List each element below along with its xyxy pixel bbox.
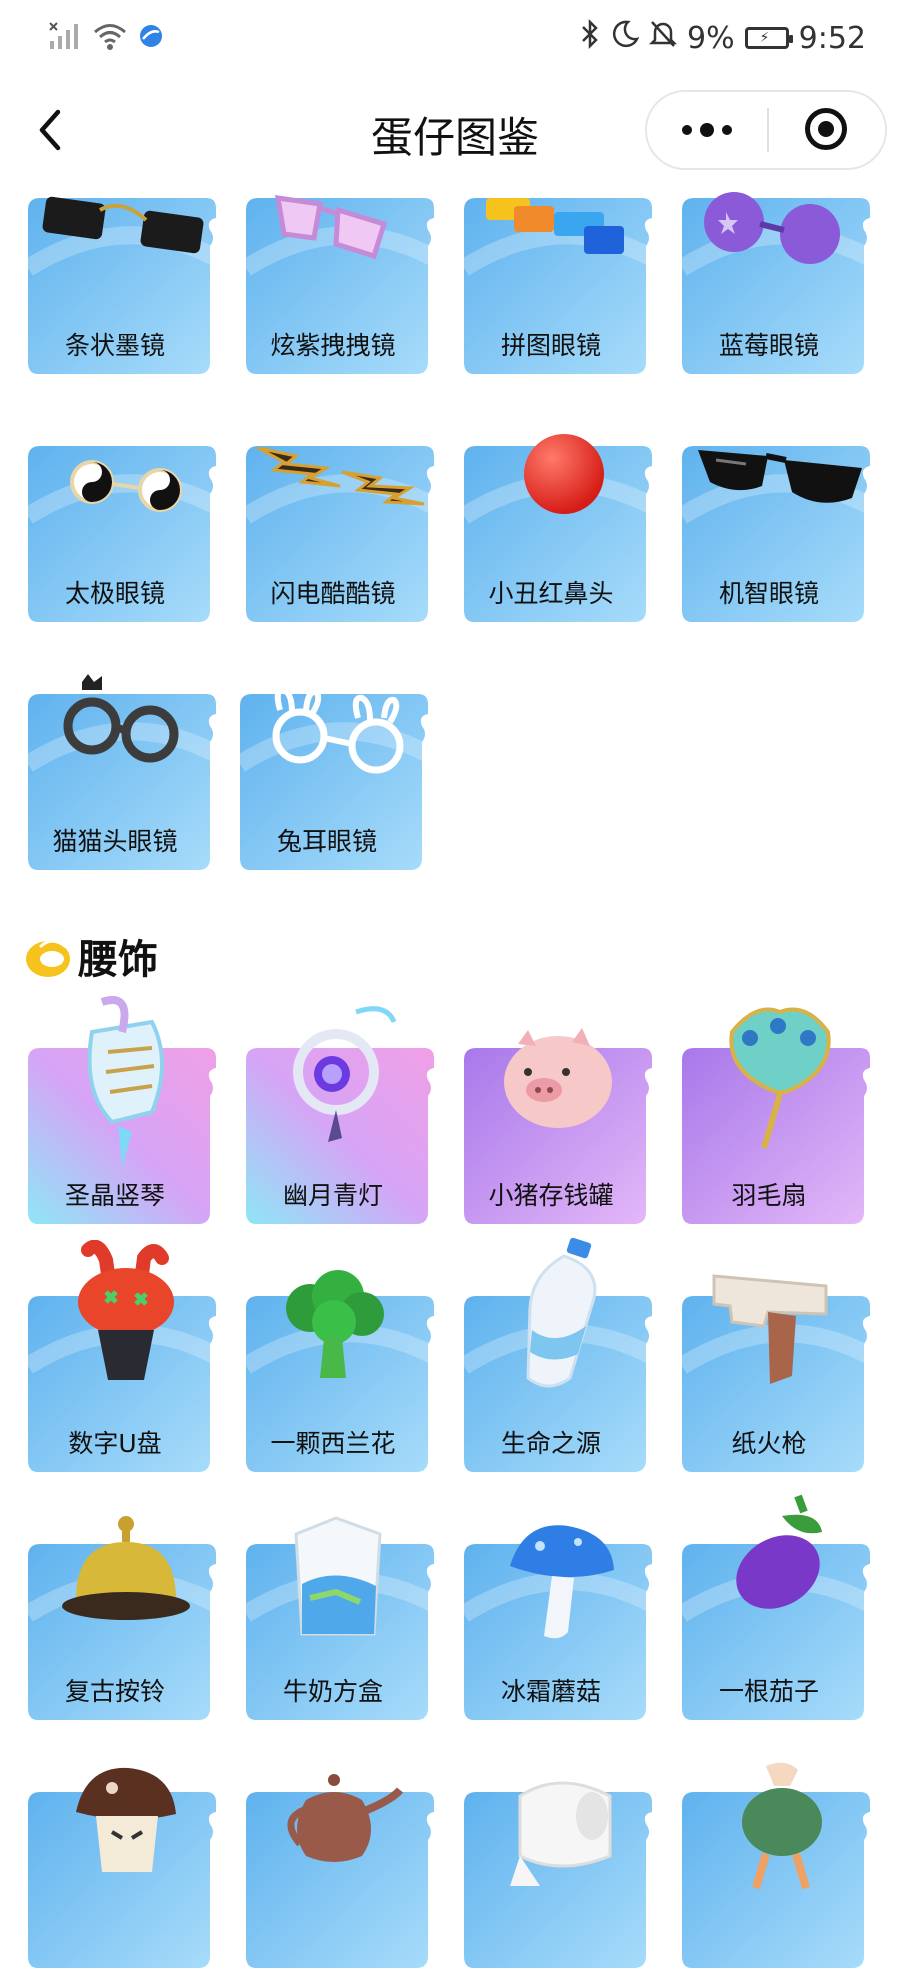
item-card[interactable]: 条状墨镜: [28, 196, 218, 376]
frost-mushroom-icon: [510, 1525, 614, 1639]
smart-sunglasses-icon: [698, 450, 862, 503]
item-label: 羽毛扇: [731, 1181, 807, 1210]
item-card[interactable]: 纸火枪: [682, 1274, 872, 1474]
browser-icon: [138, 23, 164, 53]
item-label: 幽月青灯: [282, 1181, 383, 1210]
item-label: 纸火枪: [731, 1429, 807, 1458]
item-card[interactable]: 太极眼镜: [28, 446, 218, 624]
service-bell-icon: [62, 1516, 190, 1620]
item-label: 一根茄子: [718, 1677, 819, 1706]
item-label: 小丑红鼻头: [488, 579, 614, 608]
item-card[interactable]: 小猪存钱罐: [464, 1028, 654, 1226]
bunny-glasses-icon: [272, 686, 404, 774]
lightning-glasses-icon: [257, 446, 425, 506]
item-label: 炫紫拽拽镜: [270, 331, 396, 360]
capsule-divider: [767, 108, 769, 152]
water-bottle-icon: [526, 1238, 597, 1388]
clown-nose-icon: [524, 434, 604, 514]
item-label: 拼图眼镜: [500, 331, 601, 360]
moon-lantern-icon: [293, 1006, 397, 1142]
green-pouch-icon: [742, 1762, 822, 1890]
nav-bar: 蛋仔图鉴: [0, 82, 910, 178]
item-card[interactable]: 蓝莓眼镜: [682, 192, 872, 376]
bluetooth-icon: [579, 18, 601, 58]
section-badge-icon: [22, 929, 72, 983]
puzzle-glasses-icon: [486, 198, 624, 254]
item-card[interactable]: [246, 1774, 436, 1970]
item-label: 复古按铃: [64, 1677, 165, 1706]
battery-percent: 9%: [687, 20, 735, 56]
item-card[interactable]: 一颗西兰花: [246, 1270, 436, 1474]
taiji-glasses-icon: [70, 460, 182, 512]
item-card[interactable]: 数字U盘: [28, 1240, 218, 1474]
item-label: 太极眼镜: [64, 579, 165, 608]
crystal-harp-icon: [87, 996, 164, 1168]
angry-mushroom-icon: [76, 1767, 176, 1872]
clock-time: 9:52: [798, 20, 866, 56]
item-label: 闪电酷酷镜: [270, 579, 396, 608]
moon-icon: [611, 19, 640, 57]
item-label: 条状墨镜: [64, 331, 165, 360]
item-label: 兔耳眼镜: [276, 827, 377, 856]
signal-icon: [48, 21, 82, 55]
striped-sunglasses-icon: [42, 196, 204, 254]
item-card[interactable]: 一根茄子: [682, 1494, 872, 1722]
item-label: 蓝莓眼镜: [718, 331, 819, 360]
item-card[interactable]: 牛奶方盒: [246, 1494, 436, 1722]
item-card[interactable]: 冰霜蘑菇: [464, 1525, 654, 1722]
item-card[interactable]: 机智眼镜: [682, 446, 872, 624]
usb-drive-icon: [78, 1240, 174, 1380]
item-card[interactable]: 复古按铃: [28, 1516, 218, 1722]
piggy-bank-icon: [504, 1028, 612, 1128]
item-card[interactable]: 闪电酷酷镜: [246, 446, 436, 624]
mini-program-capsule: [645, 90, 887, 170]
item-label: 一颗西兰花: [270, 1429, 396, 1458]
toilet-paper-icon: [510, 1781, 612, 1886]
cat-glasses-icon: [63, 674, 179, 763]
teapot-icon: [287, 1774, 404, 1862]
item-card[interactable]: 幽月青灯: [246, 1006, 436, 1226]
close-target-button[interactable]: [805, 108, 847, 150]
broccoli-icon: [286, 1270, 384, 1378]
eggplant-icon: [736, 1494, 822, 1609]
milk-carton-icon: [294, 1494, 382, 1636]
battery-icon: ⚡: [744, 27, 793, 49]
item-label: 圣晶竖琴: [64, 1181, 165, 1210]
item-card[interactable]: [682, 1762, 872, 1970]
wifi-icon: [92, 21, 128, 55]
item-card[interactable]: 兔耳眼镜: [240, 686, 430, 872]
blueberry-glasses-icon: [704, 192, 840, 264]
item-card[interactable]: 小丑红鼻头: [464, 434, 654, 624]
item-card[interactable]: [464, 1781, 654, 1970]
more-button[interactable]: [647, 92, 767, 168]
feather-fan-icon: [729, 1007, 831, 1149]
status-bar: 9% ⚡ 9:52: [0, 0, 910, 76]
item-card[interactable]: 生命之源: [464, 1238, 654, 1474]
item-card[interactable]: [28, 1767, 218, 1970]
item-card[interactable]: 拼图眼镜: [464, 198, 654, 376]
section-header-waist: 腰饰: [22, 929, 158, 983]
item-card[interactable]: 猫猫头眼镜: [28, 674, 218, 872]
item-label: 数字U盘: [68, 1429, 162, 1458]
purple-sunglasses-icon: [274, 195, 388, 260]
item-label: 猫猫头眼镜: [52, 827, 178, 856]
item-card[interactable]: 羽毛扇: [682, 1007, 872, 1226]
bell-muted-icon: [649, 19, 678, 57]
section-title: 腰饰: [78, 937, 158, 983]
item-label: 牛奶方盒: [282, 1677, 383, 1706]
item-card[interactable]: 炫紫拽拽镜: [246, 195, 436, 376]
item-label: 冰霜蘑菇: [500, 1677, 601, 1706]
item-label: 小猪存钱罐: [488, 1181, 614, 1210]
item-label: 机智眼镜: [718, 579, 819, 608]
item-card[interactable]: 圣晶竖琴: [28, 996, 218, 1226]
paper-gun-icon: [712, 1274, 828, 1384]
item-label: 生命之源: [500, 1429, 601, 1458]
